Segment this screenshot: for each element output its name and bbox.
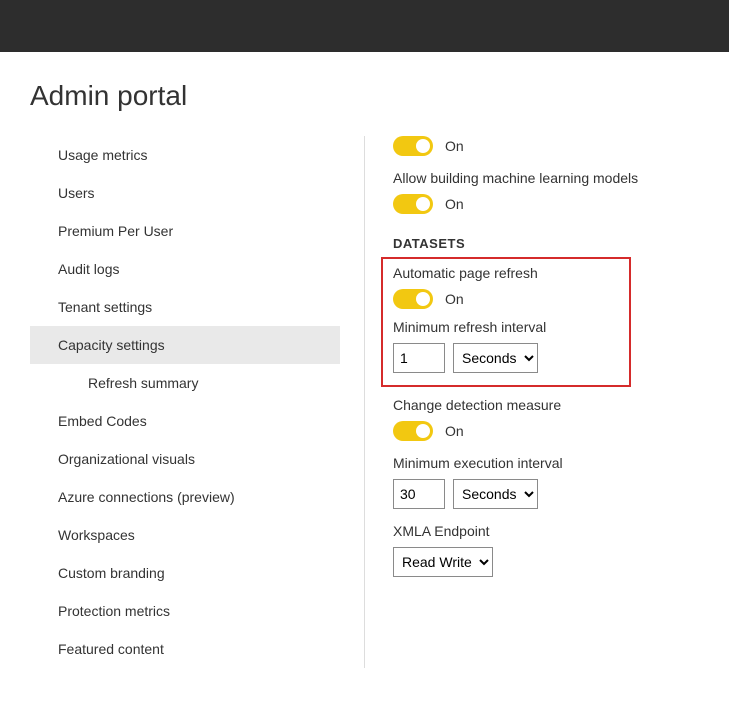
sidebar-item-custom-branding[interactable]: Custom branding (30, 554, 340, 592)
sidebar-item-label: Users (58, 185, 95, 201)
min-refresh-value-input[interactable] (393, 343, 445, 373)
sidebar-item-featured-content[interactable]: Featured content (30, 630, 340, 668)
min-exec-value-input[interactable] (393, 479, 445, 509)
top-bar (0, 0, 729, 52)
xmla-endpoint-select[interactable]: Read Write (393, 547, 493, 577)
sidebar-item-label: Featured content (58, 641, 164, 657)
sidebar-item-usage-metrics[interactable]: Usage metrics (30, 136, 340, 174)
sidebar-item-label: Custom branding (58, 565, 165, 581)
setting-label-xmla: XMLA Endpoint (393, 523, 719, 539)
sidebar-item-capacity-settings[interactable]: Capacity settings (30, 326, 340, 364)
sidebar-item-embed-codes[interactable]: Embed Codes (30, 402, 340, 440)
sidebar-item-label: Tenant settings (58, 299, 152, 315)
setting-label-ml-models: Allow building machine learning models (393, 170, 719, 186)
sidebar-item-label: Capacity settings (58, 337, 165, 353)
toggle-state-label: On (445, 138, 464, 154)
sidebar-item-workspaces[interactable]: Workspaces (30, 516, 340, 554)
sidebar-item-label: Workspaces (58, 527, 135, 543)
toggle-change-detection[interactable] (393, 421, 433, 441)
setting-label-min-refresh: Minimum refresh interval (393, 319, 619, 335)
toggle-state-label: On (445, 423, 464, 439)
toggle-unknown-1[interactable] (393, 136, 433, 156)
sidebar-item-label: Refresh summary (88, 375, 198, 391)
toggle-state-label: On (445, 291, 464, 307)
sidebar-item-label: Audit logs (58, 261, 119, 277)
setting-label-min-exec: Minimum execution interval (393, 455, 719, 471)
toggle-ml-models[interactable] (393, 194, 433, 214)
section-header-datasets: DATASETS (393, 236, 719, 251)
sidebar-item-label: Azure connections (preview) (58, 489, 235, 505)
sidebar-item-premium-per-user[interactable]: Premium Per User (30, 212, 340, 250)
sidebar-item-azure-connections[interactable]: Azure connections (preview) (30, 478, 340, 516)
sidebar-item-refresh-summary[interactable]: Refresh summary (30, 364, 340, 402)
sidebar-item-protection-metrics[interactable]: Protection metrics (30, 592, 340, 630)
sidebar-item-tenant-settings[interactable]: Tenant settings (30, 288, 340, 326)
min-exec-unit-select[interactable]: Seconds (453, 479, 538, 509)
setting-label-change-detection: Change detection measure (393, 397, 719, 413)
sidebar-item-label: Embed Codes (58, 413, 147, 429)
sidebar-item-label: Organizational visuals (58, 451, 195, 467)
sidebar-nav: Usage metrics Users Premium Per User Aud… (30, 136, 340, 668)
sidebar-item-audit-logs[interactable]: Audit logs (30, 250, 340, 288)
sidebar-item-label: Usage metrics (58, 147, 147, 163)
vertical-divider (364, 136, 365, 668)
sidebar-item-label: Protection metrics (58, 603, 170, 619)
min-refresh-unit-select[interactable]: Seconds (453, 343, 538, 373)
settings-panel: On Allow building machine learning model… (393, 136, 729, 668)
toggle-state-label: On (445, 196, 464, 212)
content-area: Usage metrics Users Premium Per User Aud… (0, 136, 729, 668)
highlight-auto-refresh: Automatic page refresh On Minimum refres… (381, 257, 631, 387)
page-title: Admin portal (30, 80, 729, 112)
setting-label-auto-refresh: Automatic page refresh (393, 265, 619, 281)
sidebar-item-organizational-visuals[interactable]: Organizational visuals (30, 440, 340, 478)
toggle-auto-refresh[interactable] (393, 289, 433, 309)
sidebar-item-label: Premium Per User (58, 223, 173, 239)
sidebar-item-users[interactable]: Users (30, 174, 340, 212)
